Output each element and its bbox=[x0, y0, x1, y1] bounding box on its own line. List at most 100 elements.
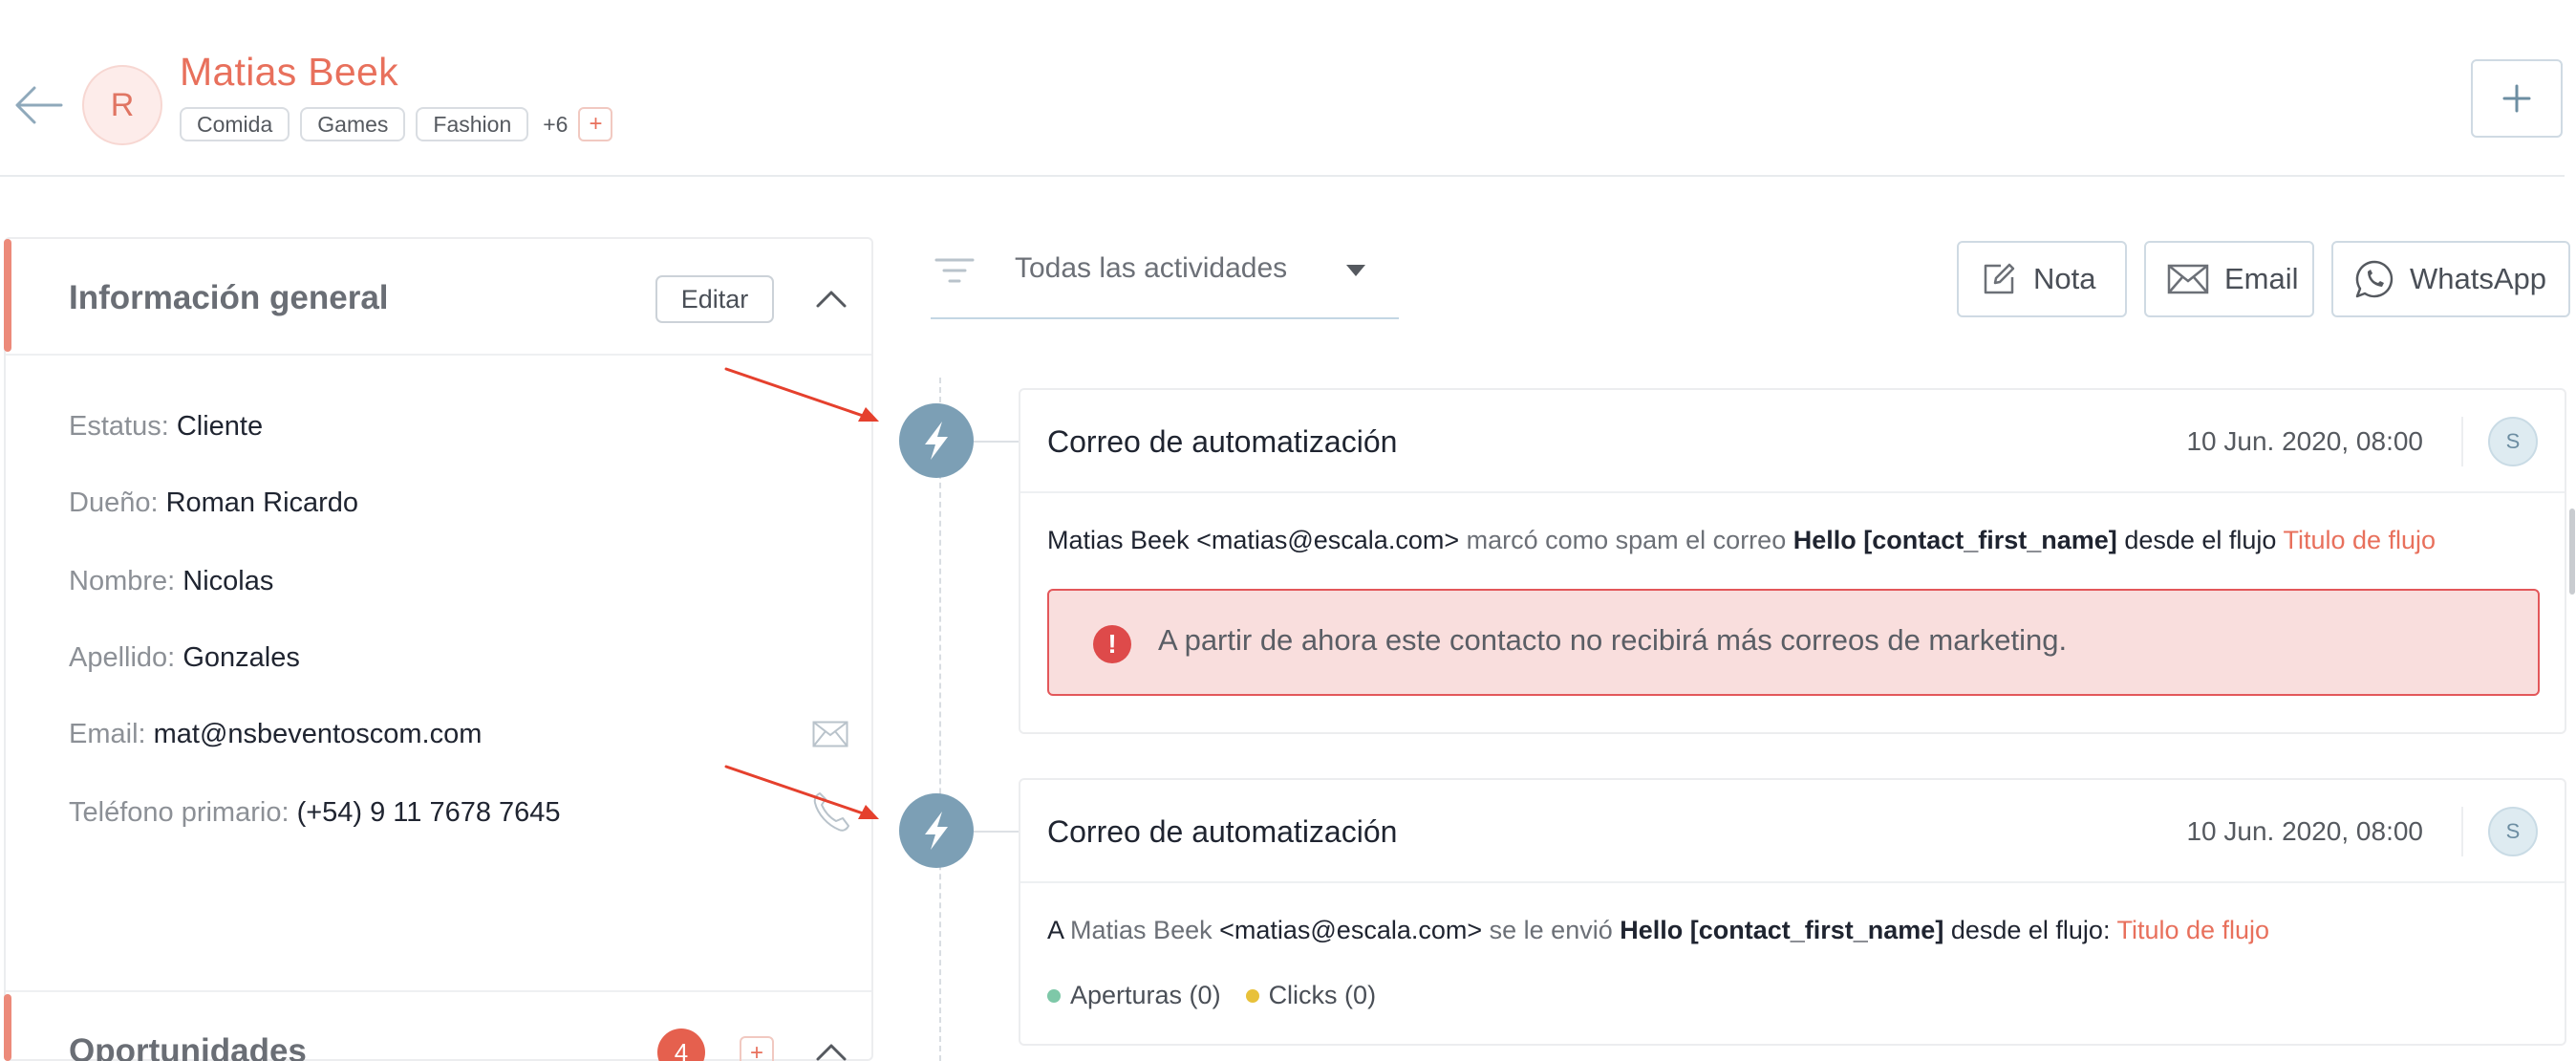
back-arrow-icon[interactable] bbox=[13, 84, 63, 126]
timeline-line bbox=[939, 378, 941, 1061]
activity-description: A Matias Beek <matias@escala.com> se le … bbox=[1047, 916, 2269, 945]
timeline-connector bbox=[974, 831, 1020, 833]
field-value: Gonzales bbox=[182, 642, 300, 673]
annotation-arrow bbox=[724, 765, 879, 819]
section-divider bbox=[6, 354, 871, 356]
note-button[interactable]: Nota bbox=[1957, 241, 2127, 317]
clicks-dot bbox=[1245, 988, 1259, 1003]
add-tag-button[interactable]: + bbox=[578, 107, 613, 141]
opens-label: Aperturas (0) bbox=[1070, 981, 1221, 1009]
field-label: Nombre: bbox=[69, 566, 176, 596]
tag-item[interactable]: Games bbox=[300, 107, 406, 141]
header-separator bbox=[2461, 417, 2463, 466]
tag-item[interactable]: Fashion bbox=[416, 107, 529, 141]
flow-link[interactable]: Titulo de flujo bbox=[2283, 526, 2436, 554]
whatsapp-icon bbox=[2355, 260, 2394, 298]
contact-name-reference: Matias Beek bbox=[1070, 916, 1213, 944]
field-value: Roman Ricardo bbox=[165, 487, 359, 518]
field-label: Email: bbox=[69, 719, 146, 749]
field-value: Cliente bbox=[176, 411, 264, 442]
collapse-chevron-icon[interactable] bbox=[814, 1040, 848, 1061]
header-divider bbox=[0, 175, 2565, 177]
header-separator bbox=[2461, 807, 2463, 856]
edit-note-icon bbox=[1984, 263, 2015, 294]
status-field: Estatus: Cliente bbox=[69, 411, 263, 443]
lightning-icon bbox=[925, 422, 948, 460]
action-text: marcó como spam el correo bbox=[1459, 526, 1793, 554]
opens-dot bbox=[1047, 988, 1061, 1003]
field-label: Apellido: bbox=[69, 642, 176, 673]
first-name-field: Nombre: Nicolas bbox=[69, 566, 273, 597]
field-label: Teléfono primario: bbox=[69, 797, 290, 828]
opportunities-title: Oportunidades bbox=[69, 1032, 307, 1061]
activity-filter-dropdown[interactable]: Todas las actividades bbox=[931, 235, 1399, 319]
owner-field: Dueño: Roman Ricardo bbox=[69, 487, 358, 519]
activity-filter-label: Todas las actividades bbox=[1015, 252, 1288, 284]
whatsapp-button-label: WhatsApp bbox=[2410, 262, 2547, 295]
email-subject: Hello [contact_first_name] bbox=[1792, 526, 2117, 554]
activity-date: 10 Jun. 2020, 08:00 bbox=[2186, 816, 2423, 846]
activity-description: Matias Beek <matias@escala.com> marcó co… bbox=[1047, 526, 2436, 555]
user-avatar: S bbox=[2488, 807, 2538, 856]
activity-title: Correo de automatización bbox=[1047, 424, 1398, 459]
plus-icon bbox=[2502, 84, 2531, 113]
tag-list: Comida Games Fashion +6 + bbox=[180, 107, 613, 141]
automation-node bbox=[899, 403, 974, 478]
clicks-label: Clicks (0) bbox=[1268, 981, 1377, 1009]
activity-card: Correo de automatización 10 Jun. 2020, 0… bbox=[1019, 388, 2566, 734]
connector-text: desde el flujo bbox=[2116, 526, 2284, 554]
email-stats: Aperturas (0) Clicks (0) bbox=[1047, 981, 1376, 1010]
email-field: Email: mat@nsbeventoscom.com bbox=[69, 719, 482, 750]
phone-field: Teléfono primario: (+54) 9 11 7678 7645 bbox=[69, 797, 561, 829]
flow-link[interactable]: Titulo de flujo bbox=[2116, 916, 2269, 944]
email-subject: Hello [contact_first_name] bbox=[1620, 916, 1944, 944]
action-text: se le envió bbox=[1482, 916, 1621, 944]
activity-card-header: Correo de automatización 10 Jun. 2020, 0… bbox=[1020, 390, 2565, 493]
opens-stat: Aperturas (0) bbox=[1047, 981, 1221, 1010]
add-opportunity-button[interactable]: + bbox=[740, 1036, 774, 1061]
activity-card: Correo de automatización 10 Jun. 2020, 0… bbox=[1019, 778, 2566, 1046]
contact-email-reference: <matias@escala.com> bbox=[1212, 916, 1483, 944]
activity-title: Correo de automatización bbox=[1047, 814, 1398, 849]
general-info-accent-bar bbox=[4, 239, 11, 352]
contact-name: Matias Beek bbox=[180, 50, 398, 94]
clicks-stat: Clicks (0) bbox=[1245, 981, 1377, 1010]
field-value[interactable]: (+54) 9 11 7678 7645 bbox=[297, 797, 561, 828]
contact-avatar: R bbox=[82, 65, 162, 145]
field-label: Estatus: bbox=[69, 411, 169, 442]
field-label: Dueño: bbox=[69, 487, 159, 518]
user-avatar: S bbox=[2488, 417, 2538, 466]
collapse-chevron-icon[interactable] bbox=[814, 287, 848, 310]
email-button[interactable]: Email bbox=[2144, 241, 2314, 317]
add-button[interactable] bbox=[2471, 59, 2563, 138]
scrollbar-thumb[interactable] bbox=[2569, 509, 2575, 595]
alert-message: A partir de ahora este contacto no recib… bbox=[1158, 623, 2068, 657]
prefix-text: A bbox=[1047, 916, 1071, 944]
caret-down-icon bbox=[1346, 265, 1365, 276]
general-info-title: Información general bbox=[69, 279, 389, 316]
email-button-label: Email bbox=[2224, 262, 2299, 295]
note-button-label: Nota bbox=[2033, 262, 2096, 295]
activity-card-header: Correo de automatización 10 Jun. 2020, 0… bbox=[1020, 780, 2565, 883]
exclamation-icon: ! bbox=[1093, 625, 1131, 663]
field-value: Nicolas bbox=[182, 566, 274, 596]
field-value[interactable]: mat@nsbeventoscom.com bbox=[154, 719, 483, 749]
contact-reference: Matias Beek <matias@escala.com> bbox=[1047, 526, 1460, 554]
filter-icon bbox=[934, 258, 975, 283]
mail-icon[interactable] bbox=[812, 721, 848, 747]
activity-date: 10 Jun. 2020, 08:00 bbox=[2186, 426, 2423, 456]
mail-icon bbox=[2167, 264, 2209, 294]
timeline-connector bbox=[974, 441, 1020, 443]
section-divider bbox=[6, 990, 871, 992]
lightning-icon bbox=[925, 812, 948, 850]
automation-node bbox=[899, 793, 974, 868]
edit-button[interactable]: Editar bbox=[655, 275, 774, 323]
spam-alert: ! A partir de ahora este contacto no rec… bbox=[1047, 589, 2540, 696]
connector-text: desde el flujo: bbox=[1943, 916, 2117, 944]
whatsapp-button[interactable]: WhatsApp bbox=[2331, 241, 2570, 317]
tags-more-count[interactable]: +6 bbox=[543, 112, 568, 138]
last-name-field: Apellido: Gonzales bbox=[69, 642, 300, 674]
tag-item[interactable]: Comida bbox=[180, 107, 290, 141]
annotation-arrow bbox=[724, 367, 879, 422]
opportunities-accent-bar bbox=[4, 994, 11, 1061]
